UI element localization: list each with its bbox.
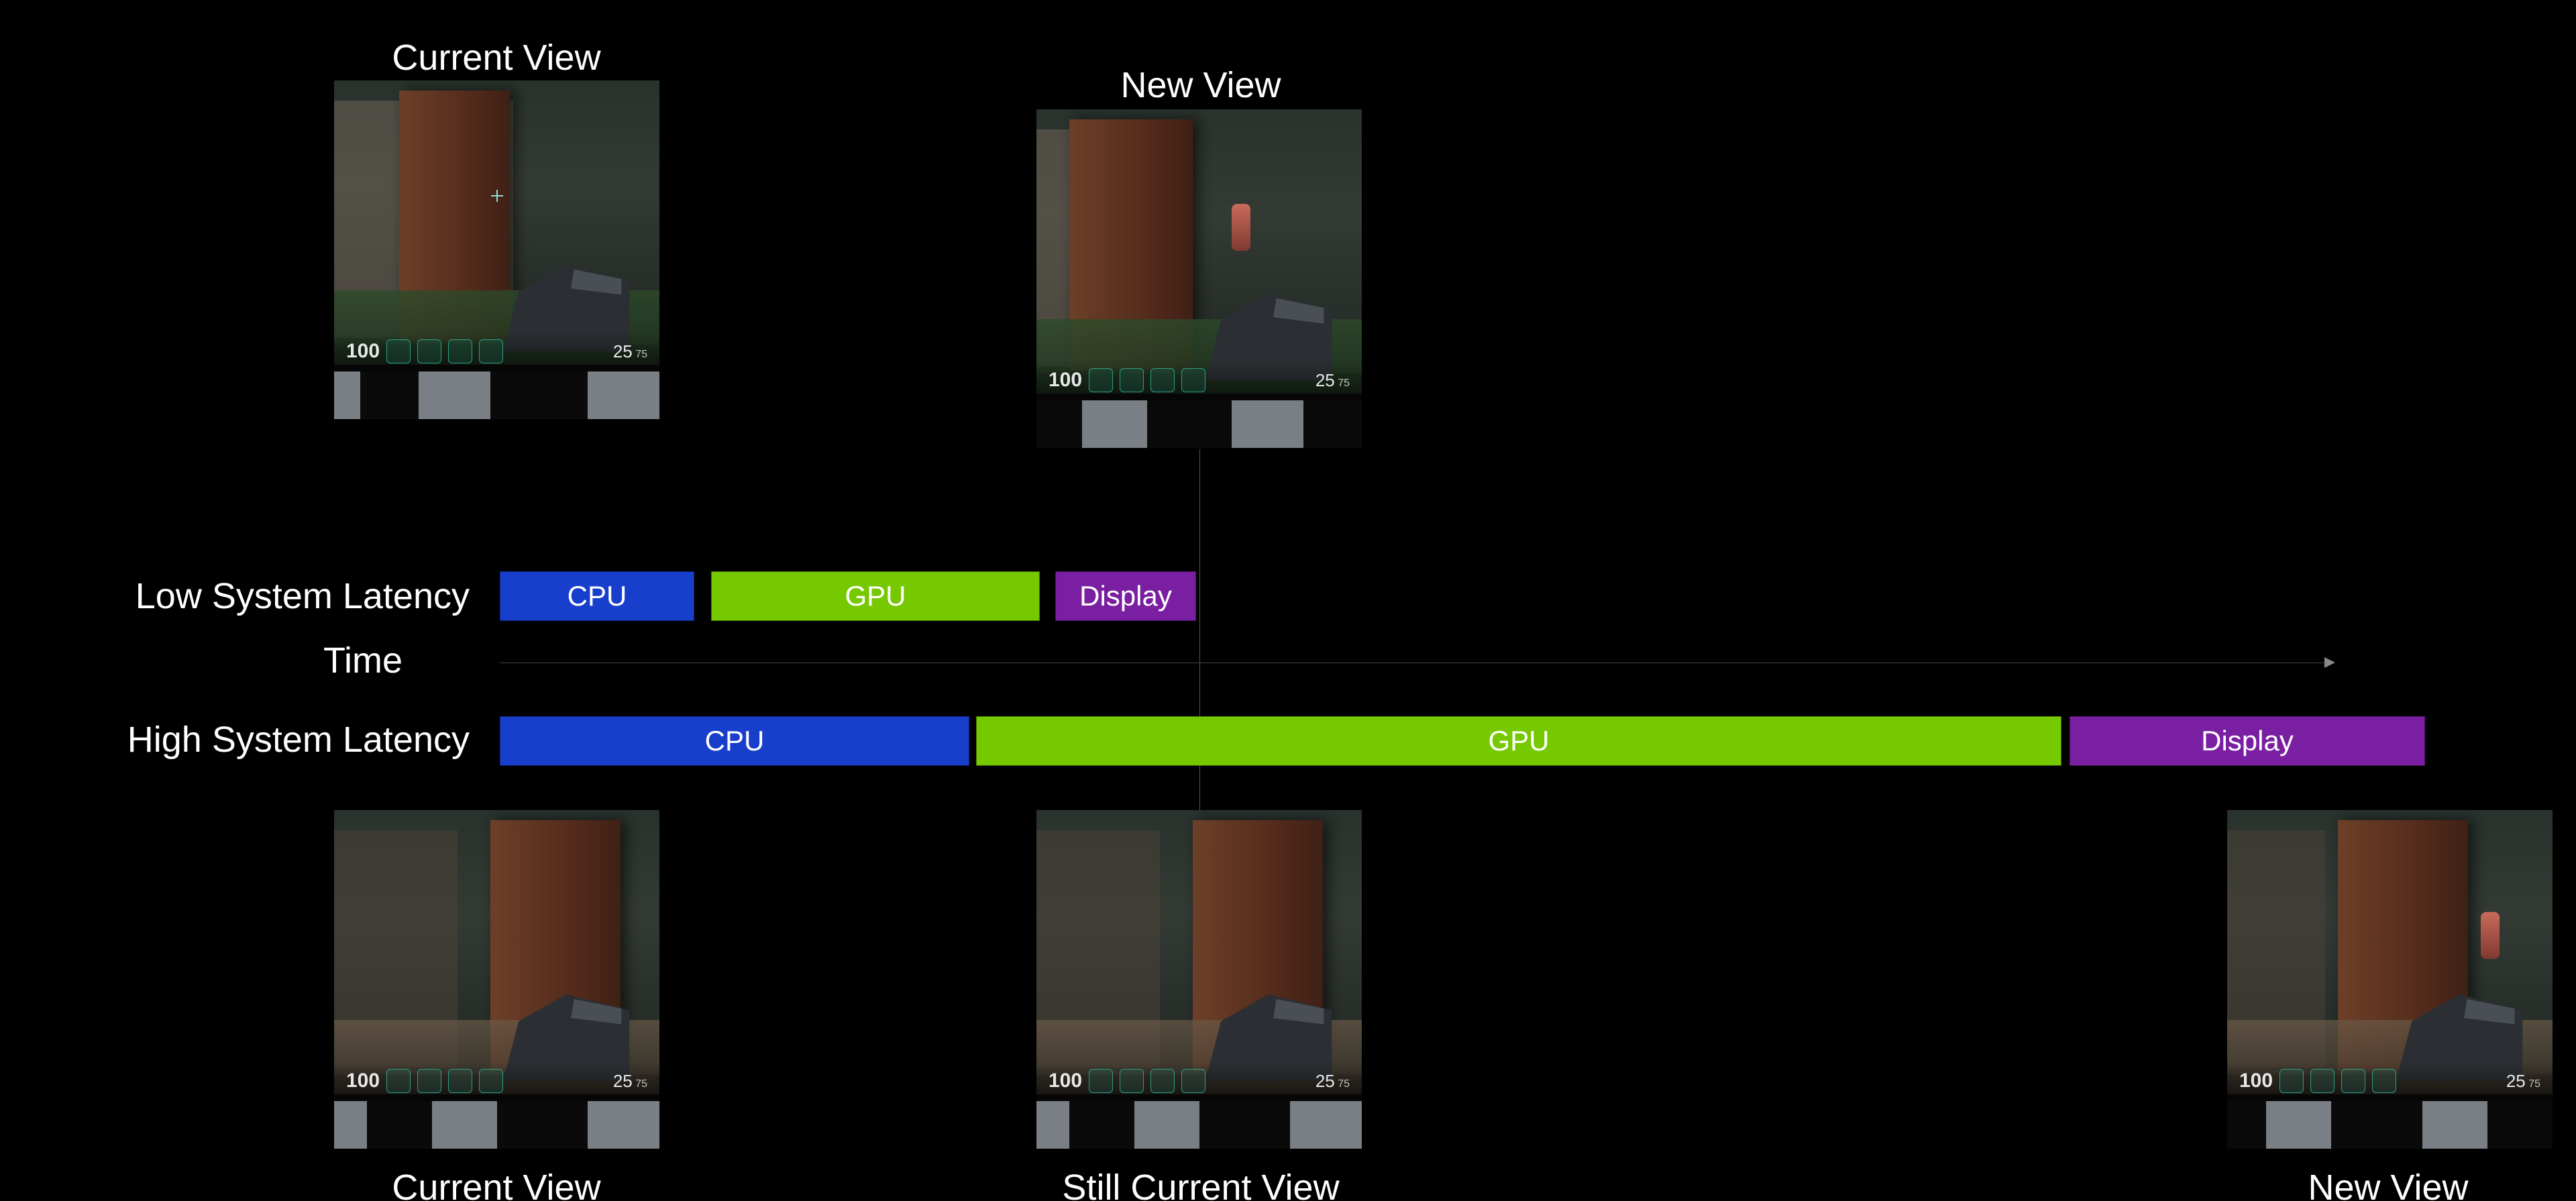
hud-hp: 100 bbox=[1049, 1070, 1082, 1092]
ability-icon bbox=[1181, 1069, 1205, 1093]
ability-icon bbox=[2310, 1069, 2334, 1093]
ability-icon bbox=[479, 339, 503, 363]
hud-hp: 100 bbox=[346, 340, 380, 363]
ability-icon bbox=[417, 339, 441, 363]
label-new-view-top: New View bbox=[1120, 64, 1281, 106]
bar-high-gpu: GPU bbox=[976, 716, 2061, 766]
tear-strip bbox=[334, 1101, 659, 1149]
ability-icon bbox=[1120, 368, 1144, 392]
label-high-latency: High System Latency bbox=[27, 719, 470, 760]
label-low-latency: Low System Latency bbox=[40, 575, 470, 617]
tear-strip bbox=[2227, 1101, 2553, 1149]
ability-icon bbox=[1120, 1069, 1144, 1093]
ability-icon bbox=[448, 1069, 472, 1093]
ability-icon bbox=[2372, 1069, 2396, 1093]
hud-hp: 100 bbox=[2239, 1070, 2273, 1092]
thumb-bot-current: 100 25 75 bbox=[334, 810, 659, 1149]
hud-hp: 100 bbox=[346, 1070, 380, 1092]
game-hud: 100 25 75 bbox=[1036, 360, 1362, 401]
bar-low-gpu: GPU bbox=[711, 571, 1040, 621]
guide-line bbox=[1199, 449, 1200, 825]
thumb-bot-new: 100 25 75 bbox=[2227, 810, 2553, 1149]
label-current-view-top: Current View bbox=[392, 37, 600, 78]
ability-icon bbox=[2341, 1069, 2365, 1093]
hud-ammo: 25 75 bbox=[613, 1071, 647, 1092]
hud-ammo: 25 75 bbox=[1316, 1071, 1350, 1092]
crosshair-icon bbox=[491, 190, 503, 202]
ability-icon bbox=[2279, 1069, 2304, 1093]
bar-low-cpu: CPU bbox=[500, 571, 694, 621]
hud-hp: 100 bbox=[1049, 369, 1082, 392]
diagram-stage: Current View 100 25 75 New Vie bbox=[0, 0, 2576, 1201]
ability-icon bbox=[1089, 1069, 1113, 1093]
game-hud: 100 25 75 bbox=[2227, 1061, 2553, 1102]
bar-high-cpu: CPU bbox=[500, 716, 969, 766]
ability-icon bbox=[1150, 1069, 1175, 1093]
ability-icon bbox=[417, 1069, 441, 1093]
ability-icon bbox=[1150, 368, 1175, 392]
label-still-current-view: Still Current View bbox=[1062, 1167, 1339, 1201]
ability-icon bbox=[1181, 368, 1205, 392]
tear-strip bbox=[1036, 1101, 1362, 1149]
bar-low-display: Display bbox=[1055, 571, 1196, 621]
label-new-view-bot: New View bbox=[2308, 1167, 2468, 1201]
game-hud: 100 25 75 bbox=[334, 1061, 659, 1102]
label-time: Time bbox=[40, 640, 402, 681]
ability-icon bbox=[386, 339, 411, 363]
hud-ammo: 25 75 bbox=[613, 341, 647, 362]
thumb-top-current: 100 25 75 bbox=[334, 80, 659, 419]
ability-icon bbox=[386, 1069, 411, 1093]
thumb-top-new: 100 25 75 bbox=[1036, 109, 1362, 448]
ability-icon bbox=[448, 339, 472, 363]
hud-ammo: 25 75 bbox=[1316, 370, 1350, 391]
thumb-bot-still: 100 25 75 bbox=[1036, 810, 1362, 1149]
tear-strip bbox=[1036, 400, 1362, 448]
bar-high-display: Display bbox=[2070, 716, 2425, 766]
enemy-icon bbox=[2481, 912, 2500, 959]
tear-strip bbox=[334, 371, 659, 419]
label-current-view-bot: Current View bbox=[392, 1167, 600, 1201]
time-axis-arrow-icon bbox=[2324, 657, 2335, 668]
game-hud: 100 25 75 bbox=[1036, 1061, 1362, 1102]
ability-icon bbox=[479, 1069, 503, 1093]
game-hud: 100 25 75 bbox=[334, 331, 659, 372]
ability-icon bbox=[1089, 368, 1113, 392]
enemy-icon bbox=[1232, 204, 1250, 251]
hud-ammo: 25 75 bbox=[2506, 1071, 2540, 1092]
